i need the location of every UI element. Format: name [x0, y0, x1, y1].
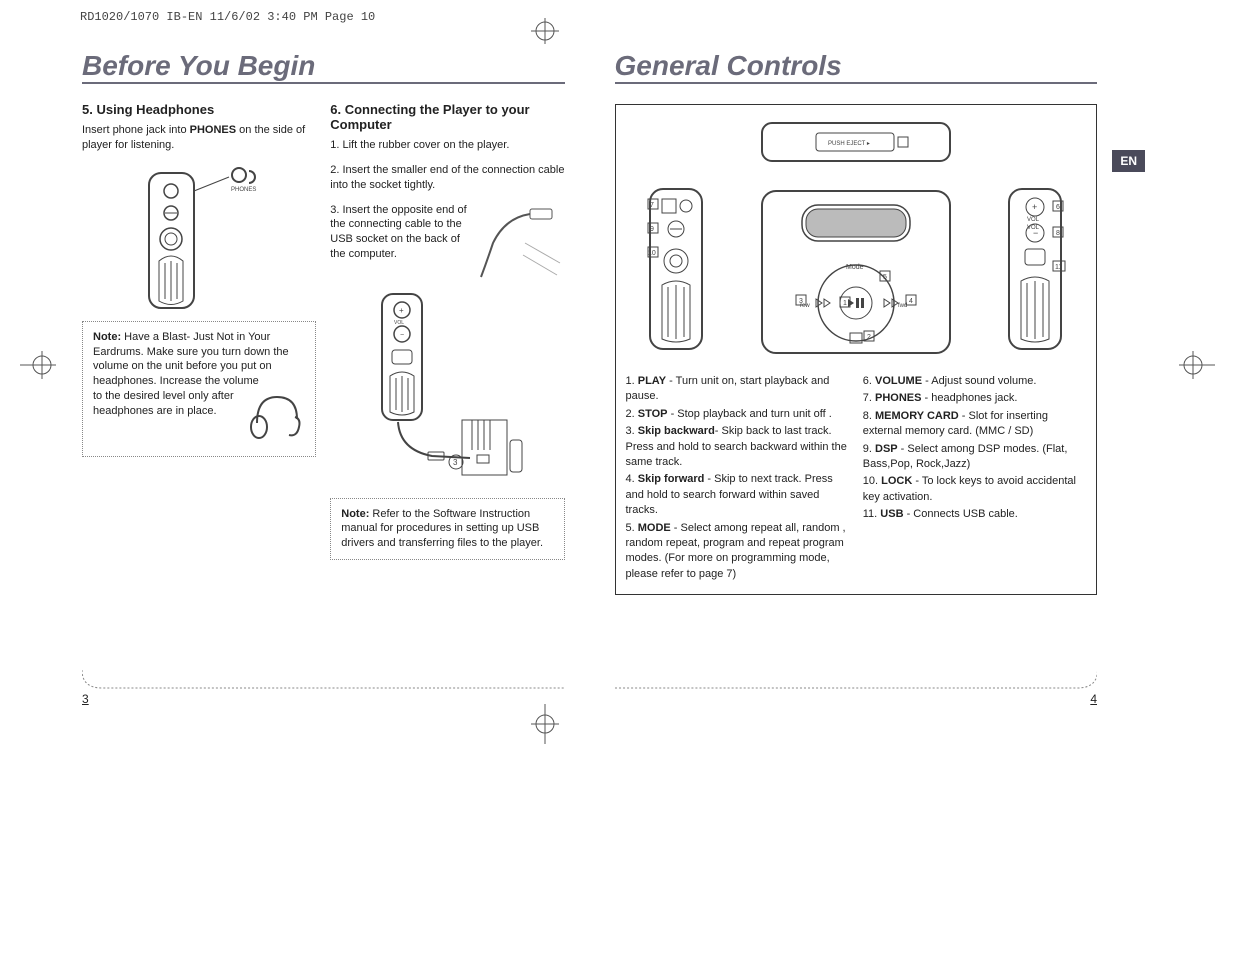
dotted-border-right	[615, 670, 1098, 690]
section-5: 5. Using Headphones Insert phone jack in…	[82, 102, 316, 560]
note6-label: Note:	[341, 508, 369, 520]
lang-tab: EN	[1112, 150, 1145, 172]
svg-text:7: 7	[650, 202, 654, 209]
dotted-border-left	[82, 670, 565, 690]
page-right: General Controls EN PUSH EJECT ▸	[615, 50, 1098, 680]
player-right-side-illustration: + VOL − VOL 6 8 11	[1003, 185, 1067, 358]
page-number-left: 3	[82, 692, 89, 706]
phones-label: PHONES	[231, 187, 256, 193]
svg-text:8: 8	[1056, 230, 1060, 237]
s5-bold: PHONES	[190, 124, 236, 136]
svg-text:+: +	[399, 306, 404, 315]
s6-step1: 1. Lift the rubber cover on the player.	[330, 138, 564, 153]
player-usb-illustration: + − VOL 3	[330, 290, 564, 490]
note6-text: Refer to the Software Instruction manual…	[341, 508, 543, 550]
player-front-illustration: Mode rew fwd 5 4 3 1 2	[756, 185, 956, 364]
crop-mark-bottom	[525, 704, 565, 744]
page-title-right: General Controls	[615, 50, 1098, 84]
player-top-illustration: PUSH EJECT ▸	[626, 113, 1087, 169]
controls-list-right: 6. VOLUME - Adjust sound volume. 7. PHON…	[863, 374, 1086, 584]
section-5-heading: 5. Using Headphones	[82, 102, 316, 117]
header-print-info: RD1020/1070 IB-EN 11/6/02 3:40 PM Page 1…	[80, 10, 375, 24]
crop-mark-top	[525, 18, 565, 44]
section-5-text: Insert phone jack into PHONES on the sid…	[82, 123, 316, 153]
section-6: 6. Connecting the Player to your Compute…	[330, 102, 564, 560]
control-10: 10. LOCK - To lock keys to avoid acciden…	[863, 474, 1086, 505]
section-5-note: Note: Have a Blast- Just Not in Your Ear…	[82, 321, 316, 457]
headphone-icon	[247, 389, 305, 448]
control-11: 11. USB - Connects USB cable.	[863, 507, 1086, 522]
svg-text:3: 3	[453, 458, 458, 467]
crop-mark-left	[20, 345, 56, 385]
usb-cable-illustration	[475, 203, 565, 286]
control-3: 3. Skip backward- Skip back to last trac…	[626, 424, 849, 470]
page-left: Before You Begin 5. Using Headphones Ins…	[82, 50, 565, 680]
svg-text:+: +	[1032, 202, 1037, 212]
svg-text:11: 11	[1055, 264, 1062, 271]
svg-text:3: 3	[799, 298, 803, 305]
page-number-right: 4	[1090, 692, 1097, 706]
controls-box: PUSH EJECT ▸ 7 9 10	[615, 104, 1098, 595]
control-1: 1. PLAY - Turn unit on, start playback a…	[626, 374, 849, 405]
player-left-side-illustration: 7 9 10	[644, 185, 708, 358]
svg-text:VOL: VOL	[394, 320, 404, 326]
svg-text:2: 2	[867, 334, 871, 341]
crop-mark-right	[1179, 345, 1215, 385]
s5-pre: Insert phone jack into	[82, 124, 190, 136]
control-8: 8. MEMORY CARD - Slot for inserting exte…	[863, 409, 1086, 440]
svg-text:Mode: Mode	[846, 264, 864, 271]
svg-text:VOL: VOL	[1027, 217, 1040, 223]
svg-text:4: 4	[909, 298, 913, 305]
control-2: 2. STOP - Stop playback and turn unit of…	[626, 407, 849, 422]
note5-label: Note:	[93, 331, 121, 343]
svg-text:1: 1	[843, 300, 847, 307]
player-side-illustration: PHONES	[82, 163, 316, 313]
svg-text:6: 6	[1056, 204, 1060, 211]
section-6-note: Note: Refer to the Software Instruction …	[330, 498, 564, 561]
page-title-left: Before You Begin	[82, 50, 565, 84]
s6-step2: 2. Insert the smaller end of the connect…	[330, 163, 564, 193]
svg-text:5: 5	[883, 274, 887, 281]
control-5: 5. MODE - Select among repeat all, rando…	[626, 521, 849, 583]
svg-text:PUSH EJECT ▸: PUSH EJECT ▸	[828, 141, 870, 147]
control-4: 4. Skip forward - Skip to next track. Pr…	[626, 472, 849, 518]
control-7: 7. PHONES - headphones jack.	[863, 391, 1086, 406]
control-6: 6. VOLUME - Adjust sound volume.	[863, 374, 1086, 389]
svg-text:9: 9	[650, 226, 654, 233]
note5-side: to the desired level only after headphon…	[93, 389, 241, 419]
svg-text:VOL: VOL	[1027, 225, 1040, 231]
section-6-heading: 6. Connecting the Player to your Compute…	[330, 102, 564, 132]
svg-text:−: −	[400, 332, 404, 339]
svg-text:10: 10	[648, 250, 656, 257]
controls-list-left: 1. PLAY - Turn unit on, start playback a…	[626, 374, 849, 584]
control-9: 9. DSP - Select among DSP modes. (Flat, …	[863, 442, 1086, 473]
note5-top: Have a Blast- Just Not in Your Eardrums.…	[93, 331, 289, 388]
